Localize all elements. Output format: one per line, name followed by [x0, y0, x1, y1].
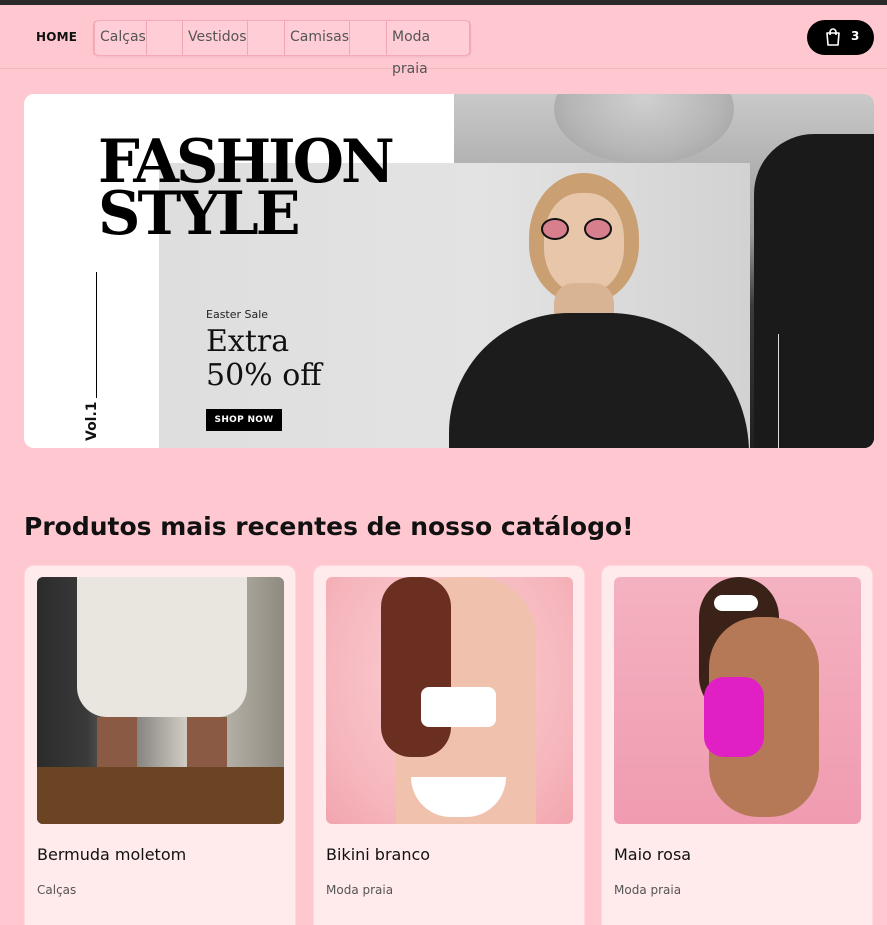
product-image[interactable]: [614, 577, 861, 824]
top-nav: HOME Calças Vestidos Camisas Moda praia …: [0, 5, 887, 77]
category-menu: Calças Vestidos Camisas Moda praia: [93, 20, 471, 77]
banner-volume: Vol.1: [84, 401, 100, 441]
nav-home-link[interactable]: HOME: [36, 30, 77, 44]
hero-banner[interactable]: FASHION STYLE Vol.1 Easter Sale Extra 50…: [24, 94, 874, 448]
banner-sale-label: Easter Sale: [206, 308, 269, 321]
product-category: Calças: [37, 883, 77, 897]
shopping-bag-icon: [826, 28, 840, 46]
product-card[interactable]: Bermuda moletom Calças: [24, 565, 296, 925]
cart-button[interactable]: 3: [807, 20, 874, 55]
product-image[interactable]: [37, 577, 284, 824]
nav-category-camisas[interactable]: Camisas: [284, 21, 350, 55]
banner-divider: [96, 272, 97, 398]
nav-category-vestidos[interactable]: Vestidos: [182, 21, 248, 55]
product-category: Moda praia: [614, 883, 682, 897]
cart-count: 3: [851, 29, 860, 43]
product-card[interactable]: Maio rosa Moda praia: [601, 565, 873, 925]
banner-title: FASHION STYLE: [98, 127, 395, 249]
product-name[interactable]: Bikini branco: [326, 845, 430, 864]
section-title: Produtos mais recentes de nosso catálogo…: [24, 512, 634, 541]
product-name[interactable]: Maio rosa: [614, 845, 691, 864]
nav-category-calcas[interactable]: Calças: [94, 21, 147, 55]
product-name[interactable]: Bermuda moletom: [37, 845, 186, 864]
banner-sale-offer: Extra 50% off: [206, 324, 322, 393]
nav-category-moda-praia[interactable]: Moda praia: [386, 21, 470, 77]
product-card[interactable]: Bikini branco Moda praia: [313, 565, 585, 925]
product-image[interactable]: [326, 577, 573, 824]
shop-now-button[interactable]: SHOP NOW: [206, 409, 282, 431]
product-category: Moda praia: [326, 883, 394, 897]
